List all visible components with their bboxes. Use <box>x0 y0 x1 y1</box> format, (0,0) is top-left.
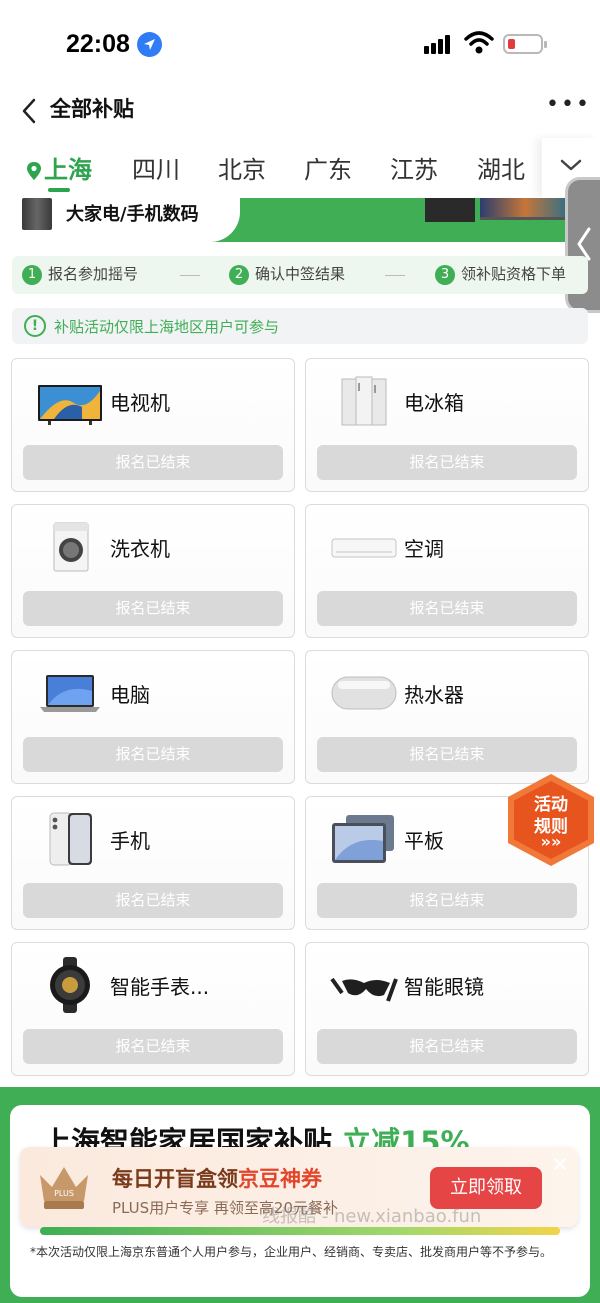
signup-ended-button[interactable]: 报名已结束 <box>317 445 577 480</box>
location-pin-icon <box>27 162 41 180</box>
tab-jiangsu[interactable]: 江苏 <box>390 150 438 185</box>
signup-ended-button[interactable]: 报名已结束 <box>23 445 283 480</box>
product-card-phone[interactable]: 手机 报名已结束 <box>11 796 295 930</box>
exclamation-circle-icon: ! <box>24 315 46 337</box>
wifi-icon <box>464 31 494 54</box>
product-name: 智能眼镜 <box>404 975 484 999</box>
tab-hubei[interactable]: 湖北 <box>477 150 525 185</box>
product-card-washer[interactable]: 洗衣机 报名已结束 <box>11 504 295 638</box>
signup-ended-button[interactable]: 报名已结束 <box>317 591 577 626</box>
laptop-icon <box>40 675 100 712</box>
more-horizontal-icon[interactable]: ••• <box>546 92 591 117</box>
page-title: 全部补贴 <box>50 97 134 121</box>
air-conditioner-icon <box>331 538 397 558</box>
notice-text: 补贴活动仅限上海地区用户可参与 <box>54 318 280 336</box>
product-card-water-heater[interactable]: 热水器 报名已结束 <box>305 650 589 784</box>
product-card-smart-glasses[interactable]: 智能眼镜 报名已结束 <box>305 942 589 1076</box>
svg-text:PLUS: PLUS <box>54 1189 74 1198</box>
fridge-icon <box>341 376 387 426</box>
popup-title: 每日开盲盒领京豆神券 <box>112 1167 322 1191</box>
tab-sichuan[interactable]: 四川 <box>132 150 180 185</box>
cellular-signal-icon <box>424 34 456 54</box>
signup-ended-button[interactable]: 报名已结束 <box>23 737 283 772</box>
step-3: 3 领补贴资格下单 <box>435 263 566 285</box>
tab-label: 上海 <box>44 156 92 184</box>
product-name: 热水器 <box>404 683 464 707</box>
clock: 22:08 <box>66 30 130 58</box>
water-heater-icon <box>331 676 397 710</box>
product-name: 洗衣机 <box>110 537 170 561</box>
product-card-computer[interactable]: 电脑 报名已结束 <box>11 650 295 784</box>
fridge-thumbnail <box>22 198 52 230</box>
watermark-text: 线报酷 - new.xianbao.fun <box>262 1206 482 1227</box>
signup-ended-button[interactable]: 报名已结束 <box>23 1029 283 1064</box>
tv-thumbnail <box>480 198 570 220</box>
tab-guangdong[interactable]: 广东 <box>304 150 352 185</box>
product-name: 电脑 <box>110 683 150 707</box>
banner-label: 大家电/手机数码 <box>66 204 199 225</box>
region-tabs: 上海 四川 北京 广东 江苏 湖北 <box>0 138 600 198</box>
close-icon[interactable]: ✕ <box>548 1155 572 1179</box>
product-name: 手机 <box>110 829 150 853</box>
promo-progress-bar <box>40 1227 560 1235</box>
crown-icon: PLUS <box>40 1167 88 1209</box>
smartwatch-icon <box>50 957 90 1013</box>
tablet-icon <box>332 815 394 863</box>
signup-ended-button[interactable]: 报名已结束 <box>317 883 577 918</box>
product-card-fridge[interactable]: 电冰箱 报名已结束 <box>305 358 589 492</box>
signup-ended-button[interactable]: 报名已结束 <box>317 737 577 772</box>
product-card-smartwatch[interactable]: 智能手表... 报名已结束 <box>11 942 295 1076</box>
smart-glasses-icon <box>330 977 398 1002</box>
category-banner[interactable]: 大家电/手机数码 <box>0 198 600 246</box>
battery-icon <box>503 34 547 54</box>
tab-shanghai[interactable]: 上海 <box>26 150 92 185</box>
region-notice: ! 补贴活动仅限上海地区用户可参与 <box>12 308 588 344</box>
status-bar: 22:08 <box>0 0 600 88</box>
signup-ended-button[interactable]: 报名已结束 <box>23 883 283 918</box>
product-name: 电冰箱 <box>404 391 464 415</box>
signup-ended-button[interactable]: 报名已结束 <box>317 1029 577 1064</box>
washing-machine-icon <box>53 522 89 572</box>
tab-beijing[interactable]: 北京 <box>218 150 266 185</box>
product-name: 平板 <box>404 829 444 853</box>
signup-ended-button[interactable]: 报名已结束 <box>23 591 283 626</box>
step-2: 2 确认中签结果 <box>229 263 345 285</box>
disclaimer-text: *本次活动仅限上海京东普通个人用户参与，企业用户、经销商、专卖店、批发商用户等不… <box>30 1245 553 1259</box>
active-tab-indicator <box>48 188 70 192</box>
phone-icon <box>49 812 92 866</box>
product-name: 空调 <box>404 537 444 561</box>
appliance-thumbnail <box>425 198 475 222</box>
product-card-ac[interactable]: 空调 报名已结束 <box>305 504 589 638</box>
product-name: 电视机 <box>110 391 170 415</box>
double-chevron-icon: »» <box>540 832 562 851</box>
nav-bar: 全部补贴 ••• <box>0 88 600 136</box>
step-1: 1 报名参加摇号 <box>22 263 138 285</box>
location-arrow-icon <box>137 32 162 57</box>
tv-icon <box>38 385 102 425</box>
activity-rules-badge[interactable]: 活动 规则 »» <box>508 774 594 866</box>
chevron-left-icon[interactable] <box>16 94 46 128</box>
chevron-down-icon <box>560 159 582 171</box>
process-steps: 1 报名参加摇号 2 确认中签结果 3 领补贴资格下单 <box>12 256 588 294</box>
product-card-tv[interactable]: 电视机 报名已结束 <box>11 358 295 492</box>
product-name: 智能手表... <box>110 975 210 999</box>
